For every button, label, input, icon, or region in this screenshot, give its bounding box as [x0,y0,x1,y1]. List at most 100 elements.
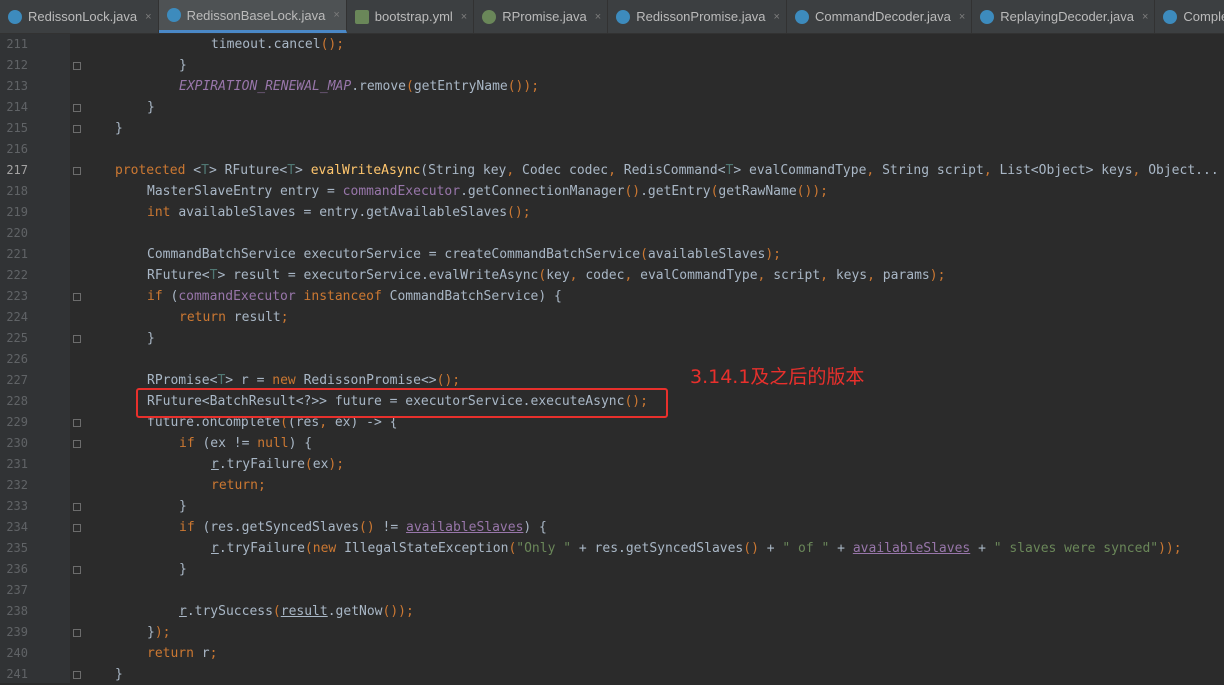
code-line-217: protected <T> RFuture<T> evalWriteAsync(… [115,163,1219,178]
java-class-icon [616,9,631,24]
editor-tab[interactable]: RedissonBaseLock.java × [158,0,347,33]
line-number: 214 [6,100,28,114]
line-number: 231 [6,457,28,471]
close-icon[interactable]: × [461,11,467,23]
java-class-icon [1163,9,1178,24]
editor-tab[interactable]: RPromise.java × [474,0,609,33]
editor-tab-bar: RedissonLock.java × RedissonBaseLock.java ×… [0,0,1224,34]
code-line-230: if (ex != null) { [179,436,313,451]
java-class-icon [794,9,809,24]
line-number: 225 [6,331,28,345]
code-line-232: return; [211,478,266,493]
line-number: 234 [6,520,28,534]
line-number: 216 [6,142,28,156]
editor-tab[interactable]: Complet [1155,0,1224,33]
line-number: 218 [6,184,28,198]
fold-marker-icon[interactable] [73,524,81,532]
java-interface-icon [482,9,497,24]
close-icon[interactable]: × [145,11,151,23]
java-class-icon [166,8,181,22]
fold-marker-icon[interactable] [73,335,81,343]
fold-marker-icon[interactable] [73,629,81,637]
code-line-221: CommandBatchService executorService = cr… [147,247,781,262]
editor-tab[interactable]: RedissonPromise.java × [608,0,787,33]
java-class-icon [8,9,22,24]
line-number: 241 [6,667,28,681]
code-line-223: if (commandExecutor instanceof CommandBa… [147,289,562,304]
code-line-233: } [179,499,187,514]
close-icon[interactable]: × [333,9,339,21]
code-line-222: RFuture<T> result = executorService.eval… [147,268,946,283]
code-line-219: int availableSlaves = entry.getAvailable… [147,205,531,220]
java-class-icon [980,9,995,24]
tab-label: RedissonBaseLock.java [186,7,326,23]
code-line-236: } [179,562,187,577]
line-number: 236 [6,562,28,576]
close-icon[interactable]: × [959,11,965,23]
line-number: 217 [6,163,28,177]
line-number: 222 [6,268,28,282]
yaml-file-icon [354,9,369,24]
line-number: 228 [6,394,28,408]
fold-marker-icon[interactable] [73,419,81,427]
line-number: 212 [6,58,28,72]
code-line-231: r.tryFailure(ex); [211,457,345,472]
editor-tab[interactable]: CommandDecoder.java × [787,0,973,33]
code-line-224: return result; [179,310,289,325]
line-number: 226 [6,352,28,366]
tab-label: RedissonPromise.java [636,9,766,24]
code-editor[interactable]: timeout.cancel(); } EXPIRATION_RENEWAL_M… [88,34,1224,683]
editor-tab[interactable]: ReplayingDecoder.java × [972,0,1156,33]
tab-label: CommandDecoder.java [814,9,951,24]
close-icon[interactable]: × [595,11,601,23]
close-icon[interactable]: × [774,11,780,23]
line-number: 230 [6,436,28,450]
code-line-234: if (res.getSyncedSlaves() != availableSl… [179,520,547,535]
tab-label: bootstrap.yml [374,9,453,24]
code-line-215: } [115,121,123,136]
fold-marker-icon[interactable] [73,503,81,511]
line-number: 233 [6,499,28,513]
fold-marker-icon[interactable] [73,440,81,448]
line-number: 223 [6,289,28,303]
fold-marker-icon[interactable] [73,671,81,679]
code-line-241: } [115,667,123,682]
fold-marker-icon[interactable] [73,62,81,70]
line-number: 220 [6,226,28,240]
close-icon[interactable]: × [1142,11,1148,23]
code-line-240: return r; [147,646,218,661]
tab-label: Complet [1183,9,1224,24]
line-number: 211 [6,37,28,51]
code-line-235: r.tryFailure(new IllegalStateException("… [211,541,1182,556]
line-number: 238 [6,604,28,618]
line-number: 240 [6,646,28,660]
line-number: 219 [6,205,28,219]
editor-tab[interactable]: bootstrap.yml × [347,0,475,33]
line-number: 232 [6,478,28,492]
tab-label: RPromise.java [502,9,587,24]
code-line-214: } [147,100,155,115]
line-number-gutter: 211 212 213 214 215 216 217 218 219 220 221 222 223 2… [0,34,70,683]
tab-label: RedissonLock.java [28,9,138,24]
code-line-238: r.trySuccess(result.getNow()); [179,604,414,619]
line-number: 215 [6,121,28,135]
line-number: 237 [6,583,28,597]
line-number: 213 [6,79,28,93]
code-line-213: EXPIRATION_RENEWAL_MAP.remove(getEntryNa… [179,79,540,94]
line-number: 224 [6,310,28,324]
tab-label: ReplayingDecoder.java [1000,9,1134,24]
code-line-211: timeout.cancel(); [211,37,345,52]
fold-marker-icon[interactable] [73,167,81,175]
line-number: 239 [6,625,28,639]
code-line-218: MasterSlaveEntry entry = commandExecutor… [147,184,828,199]
annotation-label: 3.14.1及之后的版本 [690,366,865,388]
fold-marker-icon[interactable] [73,293,81,301]
line-number: 221 [6,247,28,261]
line-number: 229 [6,415,28,429]
fold-marker-icon[interactable] [73,104,81,112]
code-line-239: }); [147,625,171,640]
editor-tab[interactable]: RedissonLock.java × [0,0,159,33]
annotation-highlight-box [136,388,668,418]
fold-marker-icon[interactable] [73,125,81,133]
fold-marker-icon[interactable] [73,566,81,574]
